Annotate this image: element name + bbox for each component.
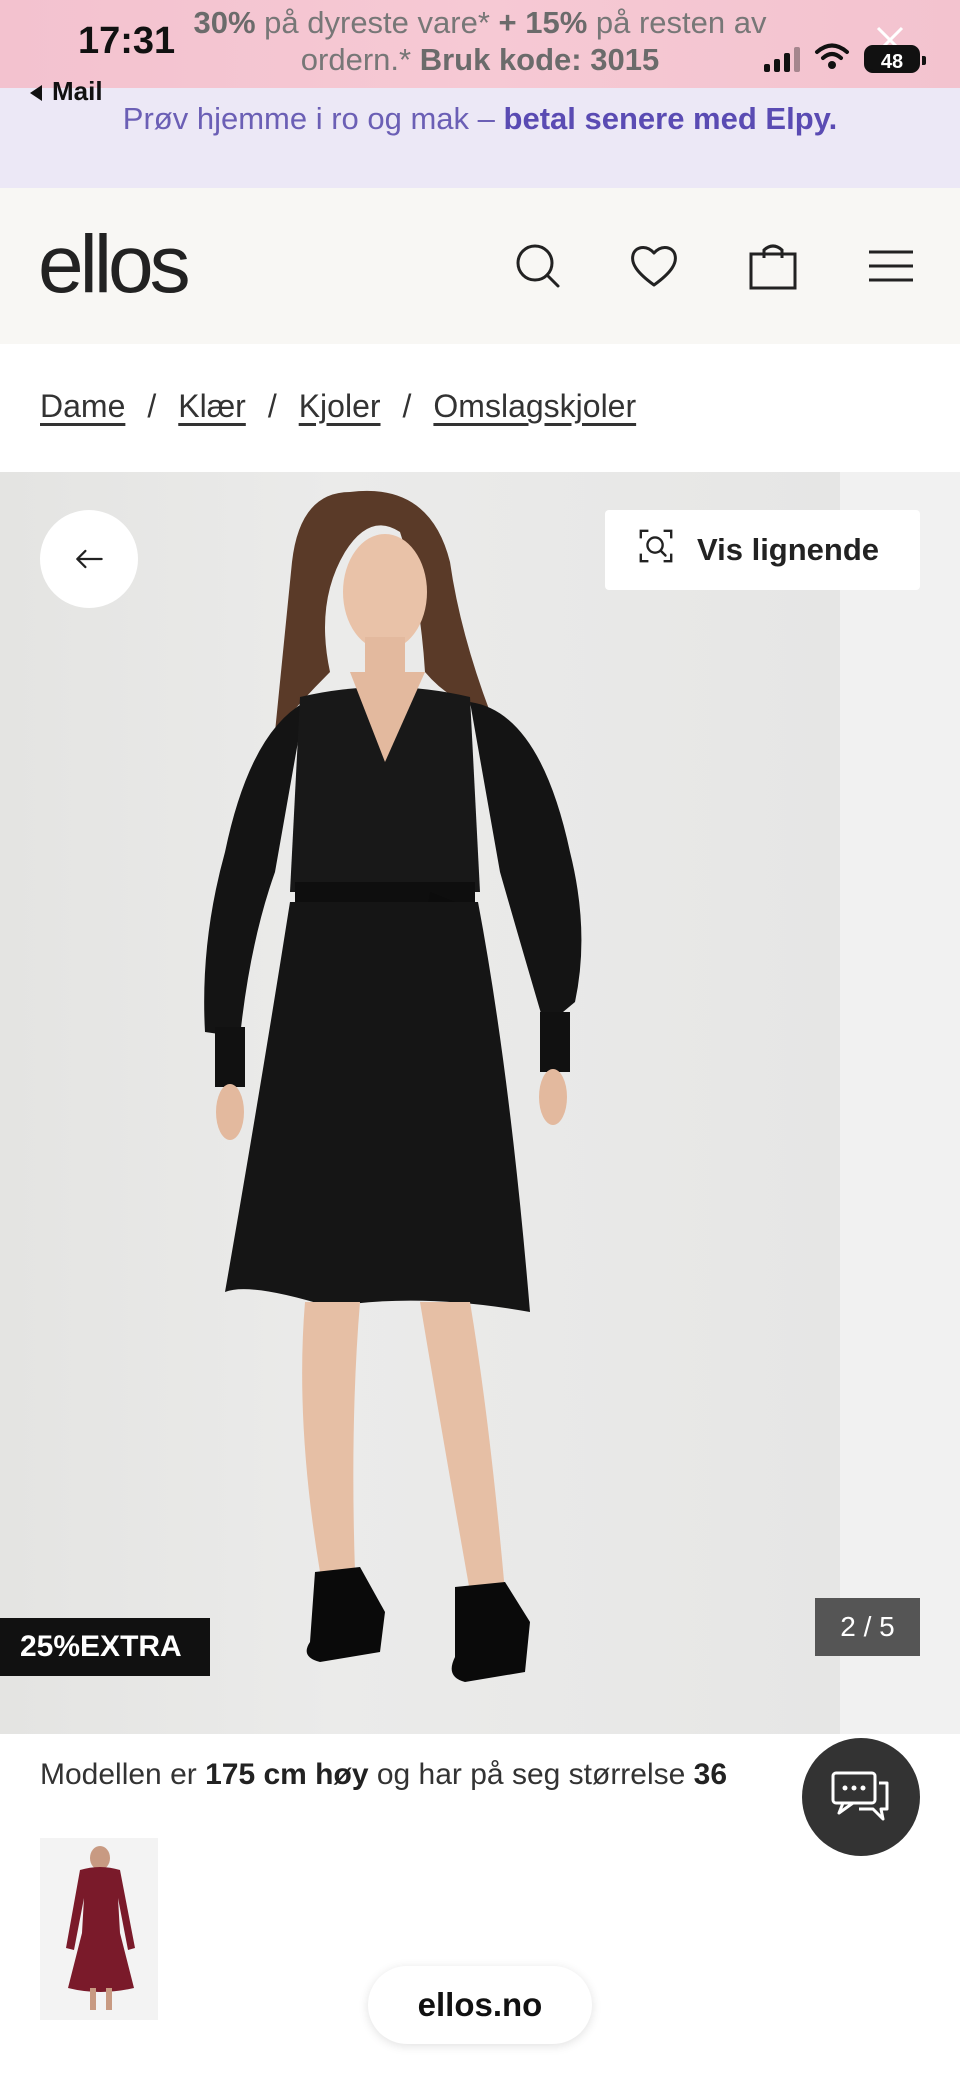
search-icon[interactable] (510, 238, 566, 294)
color-variant-thumbnail[interactable] (40, 1838, 158, 2020)
breadcrumb-item-klaer[interactable]: Klær (178, 388, 246, 425)
visual-search-icon (637, 527, 675, 573)
back-arrow-icon (30, 85, 42, 102)
breadcrumb-item-dame[interactable]: Dame (40, 388, 125, 425)
breadcrumb-separator: / (147, 388, 157, 424)
red-dress-thumbnail (66, 1846, 135, 2010)
breadcrumb: Dame / Klær / Kjoler / Omslagskjoler (40, 388, 636, 425)
image-counter: 2 / 5 (815, 1598, 920, 1656)
back-to-mail[interactable]: Mail (30, 76, 103, 107)
show-similar-button[interactable]: Vis lignende (605, 510, 920, 590)
breadcrumb-separator: / (267, 388, 277, 424)
model-illustration (204, 490, 582, 1682)
next-image-peek[interactable] (840, 472, 960, 1734)
model-size-info: Modellen er 175 cm høy og har på seg stø… (40, 1758, 728, 1791)
status-time: 17:31 (78, 20, 176, 62)
shopping-bag-icon[interactable] (745, 238, 801, 294)
site-header: ellos (0, 188, 960, 344)
signal-icon (764, 46, 800, 72)
arrow-left-icon (76, 549, 103, 569)
heart-icon[interactable] (626, 238, 682, 294)
chat-icon (831, 1771, 889, 1821)
breadcrumb-item-kjoler[interactable]: Kjoler (299, 388, 381, 425)
show-similar-label: Vis lignende (697, 532, 880, 567)
status-icons: 48 (764, 42, 926, 75)
elpy-banner[interactable]: Prøv hjemme i ro og mak – betal senere m… (0, 88, 960, 188)
logo[interactable]: ellos (38, 218, 191, 312)
promo-banner[interactable]: 30% på dyreste vare* + 15% på resten av … (0, 0, 960, 88)
product-image[interactable] (0, 472, 840, 1734)
elpy-link[interactable]: betal senere med Elpy. (504, 101, 838, 136)
chat-button[interactable] (802, 1738, 920, 1856)
breadcrumb-separator: / (402, 388, 412, 424)
discount-badge: 25%EXTRA (0, 1618, 210, 1676)
promo-text: 30% på dyreste vare* + 15% på resten av … (193, 5, 767, 77)
breadcrumb-item-omslagskjoler[interactable]: Omslagskjoler (433, 388, 636, 425)
menu-icon[interactable] (863, 238, 919, 294)
product-gallery[interactable]: Vis lignende 25%EXTRA 2 / 5 (0, 472, 960, 1734)
gallery-back-button[interactable] (40, 510, 138, 608)
browser-url-pill[interactable]: ellos.no (368, 1966, 592, 2044)
battery-icon: 48 (864, 44, 926, 73)
wifi-icon (814, 42, 850, 75)
